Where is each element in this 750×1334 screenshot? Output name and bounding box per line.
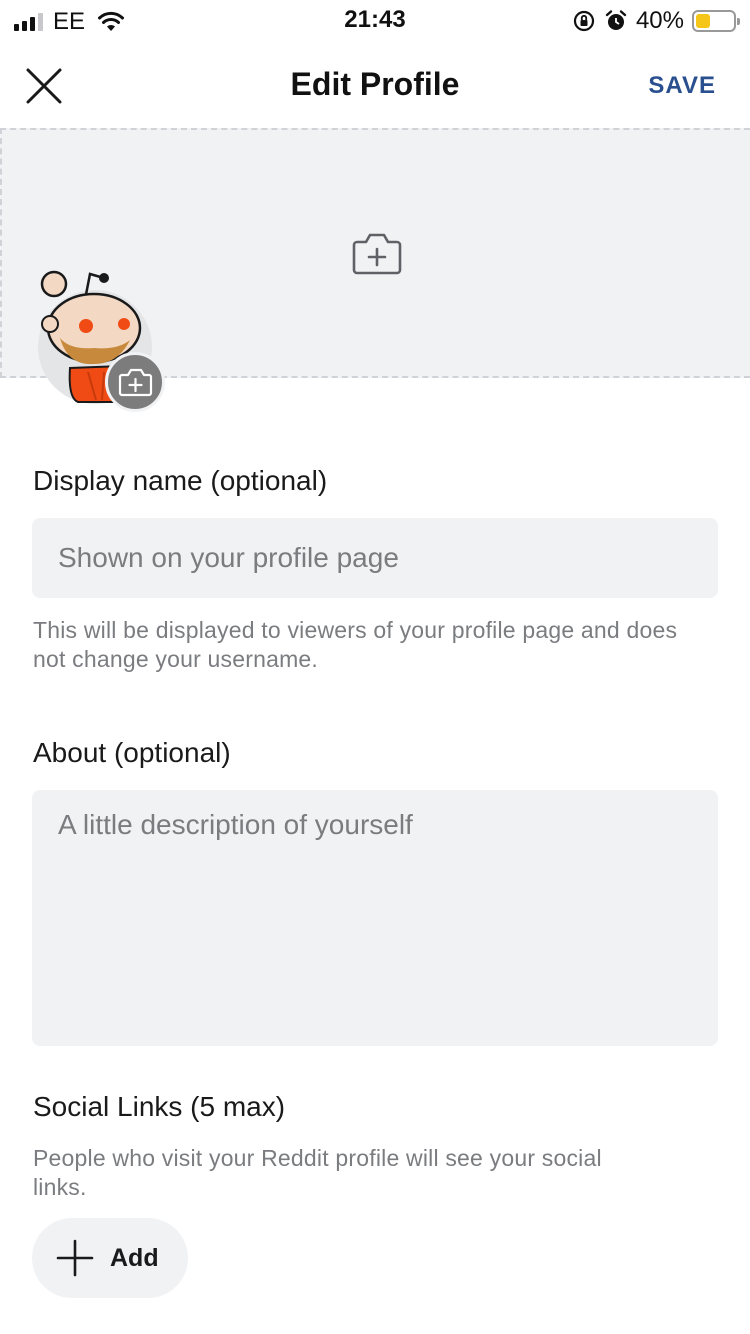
page-title: Edit Profile <box>290 66 460 102</box>
add-photo-icon[interactable] <box>352 230 402 276</box>
add-photo-icon <box>118 368 153 397</box>
about-input[interactable] <box>32 790 718 1046</box>
plus-icon <box>56 1239 94 1277</box>
display-name-helper: This will be displayed to viewers of you… <box>33 617 678 672</box>
rotation-lock-icon <box>573 10 595 32</box>
status-bar: EE 21:43 40% <box>0 0 750 40</box>
alarm-icon <box>605 10 627 30</box>
about-label: About (optional) <box>33 737 231 768</box>
add-button-label: Add <box>110 1243 159 1272</box>
display-name-input[interactable] <box>32 518 718 598</box>
battery-icon <box>692 10 740 32</box>
add-social-link-button[interactable]: Add <box>32 1218 188 1298</box>
social-links-helper: People who visit your Reddit profile wil… <box>33 1145 602 1200</box>
save-button[interactable]: SAVE <box>648 72 716 100</box>
display-name-label: Display name (optional) <box>33 465 328 496</box>
battery-fill <box>696 14 711 28</box>
social-links-label: Social Links (5 max) <box>33 1091 286 1122</box>
avatar-camera-button[interactable] <box>105 352 165 412</box>
status-right: 40% <box>572 7 740 35</box>
avatar-picker[interactable] <box>38 268 168 418</box>
battery-percent: 40% <box>635 7 684 34</box>
nav-bar: Edit Profile SAVE <box>0 44 750 128</box>
